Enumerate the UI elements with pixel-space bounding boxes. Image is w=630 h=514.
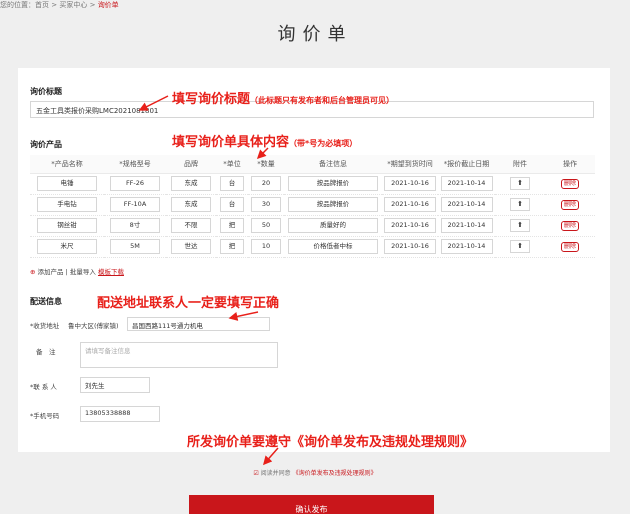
annotation-delivery: 配送地址联系人一定要填写正确 xyxy=(97,296,280,311)
product-brand-input[interactable]: 世达 xyxy=(171,239,211,254)
product-unit-input[interactable]: 把 xyxy=(220,218,244,233)
delete-button[interactable]: 删除 xyxy=(560,241,579,252)
breadcrumb-label: 您的位置： xyxy=(0,1,35,9)
column-header-action: 操作 xyxy=(545,155,595,174)
annotation-title: 填写询价标题（此标题只有发布者和后台管理员可见） xyxy=(172,88,394,107)
upload-icon[interactable]: ⬆ xyxy=(510,198,530,211)
upload-icon[interactable]: ⬆ xyxy=(510,177,530,190)
column-header-attachment: 附件 xyxy=(495,155,545,174)
product-model-input[interactable]: FF-10A xyxy=(110,197,160,212)
inquiry-form-card: 询价标题 五金工具类报价采购LMC2021081801 询价产品 *产品名称 *… xyxy=(18,68,610,452)
product-note-input[interactable]: 按品牌报价 xyxy=(288,176,378,191)
add-circle-icon: ⊕ xyxy=(30,268,36,276)
address-input[interactable]: 昌国西路111号通力机电 xyxy=(127,317,270,331)
product-table: *产品名称 *规格型号 品牌 *单位 *数量 备注信息 *期望到货时间 *报价截… xyxy=(30,155,595,258)
batch-import-link[interactable]: 批量导入 xyxy=(70,268,96,276)
deadline-date-input[interactable]: 2021-10-14 xyxy=(440,239,493,254)
product-unit-input[interactable]: 台 xyxy=(220,176,244,191)
delete-button[interactable]: 删除 xyxy=(560,178,579,189)
add-product-link[interactable]: 添加产品 xyxy=(38,268,64,276)
annotation-content-note: （带*号为必填项） xyxy=(289,139,358,148)
product-note-input[interactable]: 价格低者中标 xyxy=(288,239,378,254)
product-unit-input[interactable]: 台 xyxy=(220,197,244,212)
product-model-input[interactable]: 5M xyxy=(110,239,160,254)
column-header-note: 备注信息 xyxy=(284,155,382,174)
product-brand-input[interactable]: 不限 xyxy=(171,218,211,233)
deadline-date-input[interactable]: 2021-10-14 xyxy=(440,197,493,212)
arrival-date-input[interactable]: 2021-10-16 xyxy=(384,218,436,233)
agreement-row: ☑ 阅读并同意 《询价单发布及违规处理规则》 xyxy=(0,468,630,477)
phone-label: *手机号码 xyxy=(30,412,60,420)
remark-textarea[interactable]: 请填写备注信息 xyxy=(80,342,278,368)
product-name-input[interactable]: 米尺 xyxy=(37,239,97,254)
product-model-input[interactable]: FF-26 xyxy=(110,176,160,191)
agree-checkbox[interactable]: ☑ xyxy=(253,470,258,477)
contact-input[interactable]: 刘先生 xyxy=(80,377,150,393)
column-header-brand: 品牌 xyxy=(166,155,216,174)
annotation-rules: 所发询价单要遵守《询价单发布及违规处理规则》 xyxy=(187,435,474,450)
product-brand-input[interactable]: 东成 xyxy=(171,197,211,212)
product-note-input[interactable]: 质量好的 xyxy=(288,218,378,233)
template-download-link[interactable]: 模板下载 xyxy=(98,268,124,276)
deadline-date-input[interactable]: 2021-10-14 xyxy=(440,176,493,191)
product-qty-input[interactable]: 50 xyxy=(251,218,281,233)
product-brand-input[interactable]: 东成 xyxy=(171,176,211,191)
rule-link[interactable]: 《询价单发布及违规处理规则》 xyxy=(293,470,377,477)
product-name-input[interactable]: 电锤 xyxy=(37,176,97,191)
arrival-date-input[interactable]: 2021-10-16 xyxy=(384,176,436,191)
breadcrumb-buyer-link[interactable]: 买家中心 xyxy=(59,1,87,9)
address-label: *收货地址 xyxy=(30,322,60,330)
deadline-date-input[interactable]: 2021-10-14 xyxy=(440,218,493,233)
arrival-date-input[interactable]: 2021-10-16 xyxy=(384,197,436,212)
product-qty-input[interactable]: 30 xyxy=(251,197,281,212)
column-header-arrival: *期望到货时间 xyxy=(382,155,438,174)
table-row: 电锤 FF-26 东成 台 20 按品牌报价 2021-10-16 2021-1… xyxy=(30,173,595,194)
product-section-label: 询价产品 xyxy=(30,140,62,149)
annotation-content: 填写询价单具体内容（带*号为必填项） xyxy=(172,131,357,150)
table-row: 钢丝钳 8寸 不限 把 50 质量好的 2021-10-16 2021-10-1… xyxy=(30,215,595,236)
delivery-section-label: 配送信息 xyxy=(30,297,62,306)
product-qty-input[interactable]: 20 xyxy=(251,176,281,191)
table-row: 手电钻 FF-10A 东成 台 30 按品牌报价 2021-10-16 2021… xyxy=(30,194,595,215)
product-name-input[interactable]: 手电钻 xyxy=(37,197,97,212)
product-model-input[interactable]: 8寸 xyxy=(110,218,160,233)
delete-button[interactable]: 删除 xyxy=(560,220,579,231)
breadcrumb-separator: > xyxy=(89,1,96,9)
product-table-header: *产品名称 *规格型号 品牌 *单位 *数量 备注信息 *期望到货时间 *报价截… xyxy=(30,155,595,174)
product-unit-input[interactable]: 把 xyxy=(220,239,244,254)
address-region[interactable]: 鲁中大区(傅家镇) xyxy=(68,320,119,330)
phone-input[interactable]: 13805338888 xyxy=(80,406,160,422)
delete-button[interactable]: 删除 xyxy=(560,199,579,210)
column-header-qty: *数量 xyxy=(248,155,284,174)
breadcrumb-current: 询价单 xyxy=(97,1,119,9)
product-note-input[interactable]: 按品牌报价 xyxy=(288,197,378,212)
column-header-unit: *单位 xyxy=(216,155,248,174)
breadcrumb-home-link[interactable]: 首页 xyxy=(35,1,49,9)
submit-button[interactable]: 确认发布 xyxy=(189,495,434,514)
breadcrumb-separator: > xyxy=(51,1,58,9)
breadcrumb: 您的位置：首页 > 买家中心 > 询价单 xyxy=(0,0,119,10)
page-title: 询价单 xyxy=(277,24,353,45)
column-header-model: *规格型号 xyxy=(104,155,166,174)
annotation-title-note: （此标题只有发布者和后台管理员可见） xyxy=(250,96,395,105)
column-header-name: *产品名称 xyxy=(30,155,104,174)
remark-label: 备 注 xyxy=(36,348,56,356)
title-section-label: 询价标题 xyxy=(30,87,62,96)
product-name-input[interactable]: 钢丝钳 xyxy=(37,218,97,233)
annotation-content-text: 填写询价单具体内容 xyxy=(172,135,290,150)
actions-divider: | xyxy=(65,268,68,276)
table-row: 米尺 5M 世达 把 10 价格低者中标 2021-10-16 2021-10-… xyxy=(30,236,595,257)
annotation-title-text: 填写询价标题 xyxy=(172,92,251,107)
upload-icon[interactable]: ⬆ xyxy=(510,219,530,232)
product-actions: ⊕ 添加产品 | 批量导入 模板下载 xyxy=(30,266,124,276)
contact-label: *联 系 人 xyxy=(30,383,57,391)
agree-text: 阅读并同意 xyxy=(260,470,291,477)
column-header-deadline: *报价截止日期 xyxy=(438,155,495,174)
product-qty-input[interactable]: 10 xyxy=(251,239,281,254)
arrival-date-input[interactable]: 2021-10-16 xyxy=(384,239,436,254)
upload-icon[interactable]: ⬆ xyxy=(510,240,530,253)
